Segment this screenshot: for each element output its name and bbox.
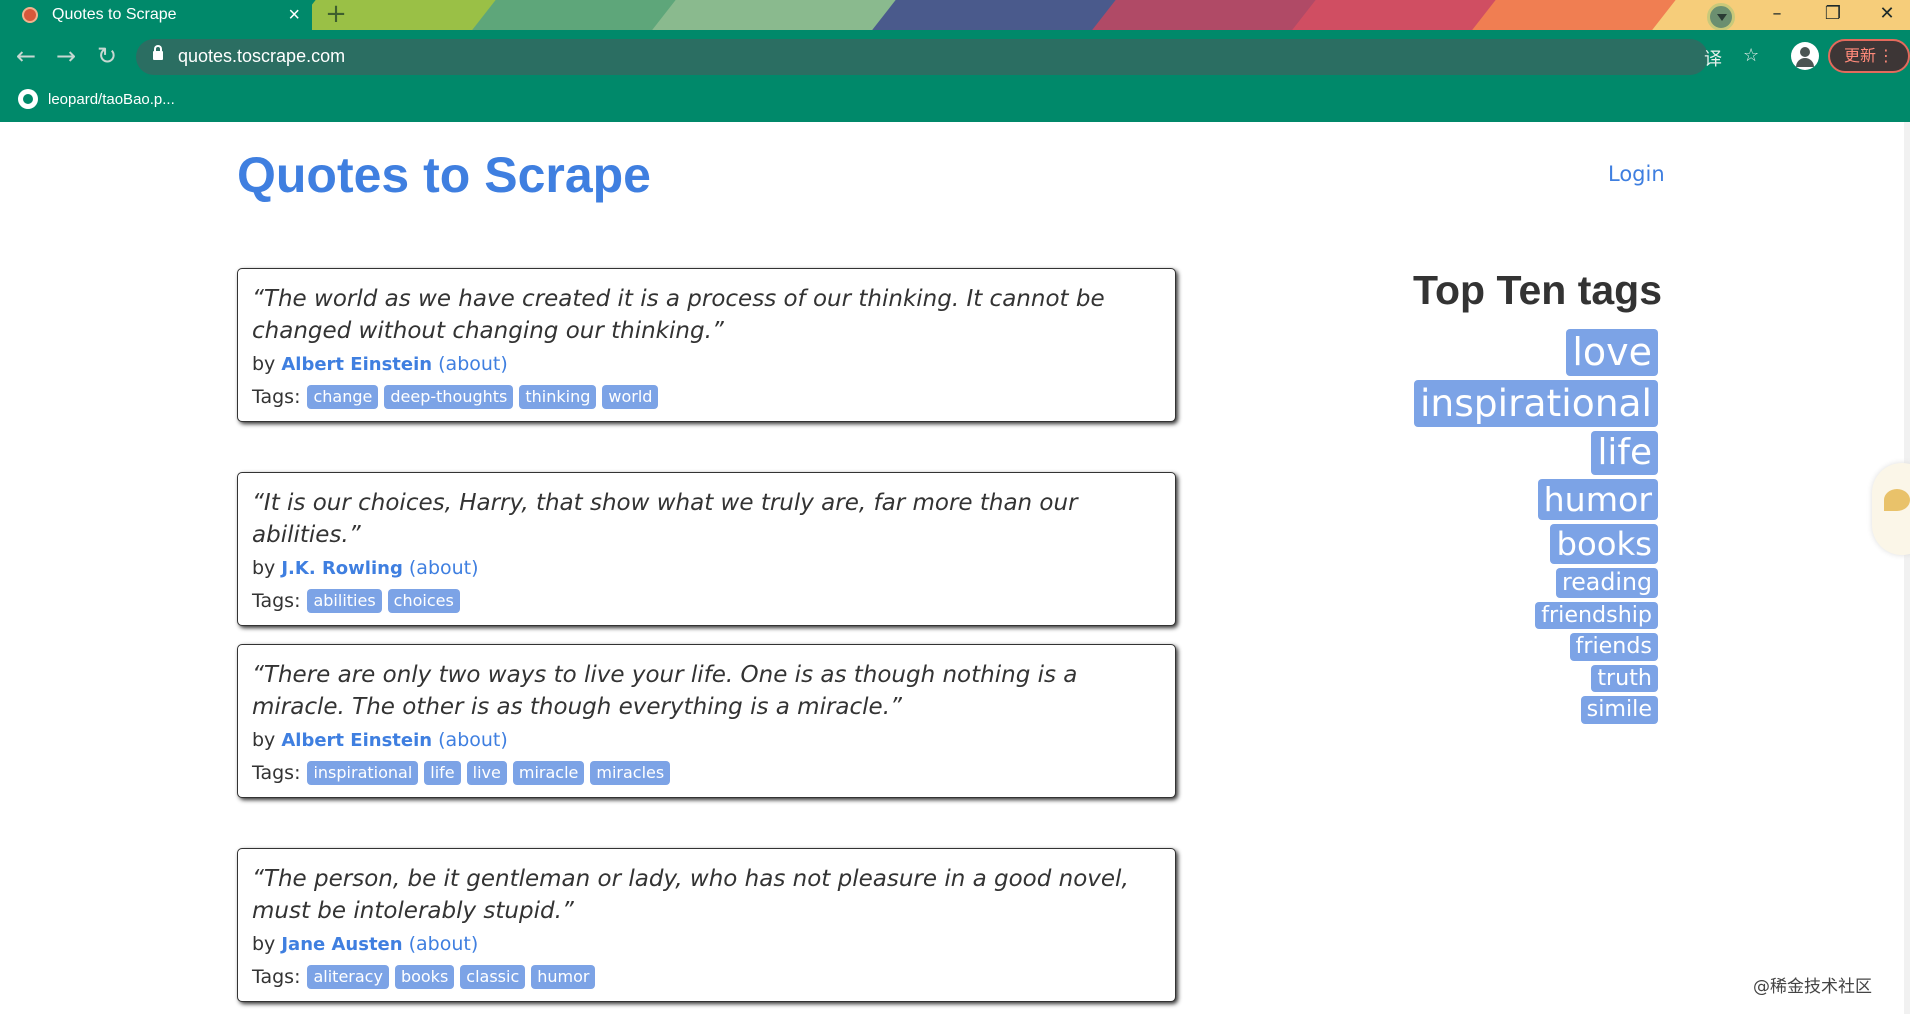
- top-tag-link[interactable]: life: [1591, 430, 1658, 476]
- quote-card: “It is our choices, Harry, that show wha…: [237, 472, 1176, 626]
- bookmark-item[interactable]: leopard/taoBao.p...: [18, 89, 175, 109]
- author-about-link[interactable]: (about): [438, 729, 508, 751]
- tag-link[interactable]: thinking: [519, 385, 597, 409]
- top-tag-link[interactable]: friendship: [1535, 601, 1658, 630]
- account-icon[interactable]: [1791, 42, 1819, 70]
- web-page: Quotes to Scrape Login “The world as we …: [0, 122, 1910, 1014]
- tag-link[interactable]: books: [394, 965, 455, 989]
- tab-strip: Quotes to Scrape × + – ❐ ✕: [0, 0, 1910, 30]
- tag-link[interactable]: inspirational: [307, 761, 419, 785]
- floating-assistant-icon[interactable]: [1872, 463, 1910, 555]
- globe-icon: [22, 7, 38, 23]
- tag-link[interactable]: humor: [531, 965, 596, 989]
- top-tag-link[interactable]: inspirational: [1413, 380, 1658, 427]
- by-label: by: [252, 557, 276, 579]
- browser-toolbar: ← → ↻ quotes.toscrape.com 译 ☆ 更新 ⋮: [0, 34, 1910, 80]
- quote-byline: by Albert Einstein (about): [252, 353, 1161, 375]
- browser-chrome: Quotes to Scrape × + – ❐ ✕ ← → ↻ quotes.…: [0, 0, 1910, 122]
- by-label: by: [252, 729, 276, 751]
- tag-link[interactable]: change: [307, 385, 379, 409]
- tag-link[interactable]: miracle: [512, 761, 585, 785]
- tags-label: Tags:: [252, 386, 301, 408]
- tags-label: Tags:: [252, 762, 301, 784]
- quote-card: “The person, be it gentleman or lady, wh…: [237, 848, 1176, 1002]
- address-bar[interactable]: quotes.toscrape.com 译 ☆: [136, 39, 1759, 75]
- top-tag-link[interactable]: truth: [1591, 664, 1658, 693]
- author-about-link[interactable]: (about): [438, 353, 508, 375]
- top-tag-link[interactable]: reading: [1556, 568, 1658, 598]
- tab-quotes-to-scrape[interactable]: Quotes to Scrape ×: [0, 0, 312, 30]
- tag-link[interactable]: abilities: [307, 589, 382, 613]
- quote-card: “The world as we have created it is a pr…: [237, 268, 1176, 422]
- update-button[interactable]: 更新 ⋮: [1828, 39, 1910, 73]
- author-name: Albert Einstein: [281, 354, 433, 375]
- tag-link[interactable]: life: [424, 761, 461, 785]
- top-tag-link[interactable]: friends: [1569, 633, 1658, 661]
- translate-icon[interactable]: 译: [1704, 45, 1722, 71]
- top-tag-link[interactable]: books: [1550, 524, 1658, 565]
- quote-tags: Tags: change deep-thoughts thinking world: [252, 385, 1161, 409]
- more-icon[interactable]: ⋮: [1878, 41, 1894, 71]
- author-name: Albert Einstein: [281, 730, 433, 751]
- by-label: by: [252, 353, 276, 375]
- quote-tags: Tags: aliteracy books classic humor: [252, 965, 1161, 989]
- site-title[interactable]: Quotes to Scrape: [237, 146, 651, 204]
- quote-byline: by J.K. Rowling (about): [252, 557, 1161, 579]
- tab-close-icon[interactable]: ×: [288, 3, 300, 27]
- top-tag-link[interactable]: simile: [1580, 696, 1658, 724]
- update-label: 更新: [1844, 46, 1877, 65]
- quote-byline: by Jane Austen (about): [252, 933, 1161, 955]
- quote-card: “There are only two ways to live your li…: [237, 644, 1176, 798]
- top-tags-heading: Top Ten tags: [1412, 267, 1662, 313]
- tab-title: Quotes to Scrape: [52, 6, 177, 23]
- quote-tags: Tags: inspirational life live miracle miracle…: [252, 761, 1161, 785]
- top-tags-list: love inspirational life humor books reading fr…: [1300, 329, 1658, 728]
- forward-icon[interactable]: →: [56, 43, 76, 69]
- tag-link[interactable]: choices: [387, 589, 460, 613]
- star-icon[interactable]: ☆: [1743, 45, 1759, 66]
- back-icon[interactable]: ←: [16, 43, 36, 69]
- tag-link[interactable]: miracles: [590, 761, 671, 785]
- author-name: Jane Austen: [281, 934, 403, 955]
- bookmarks-bar: leopard/taoBao.p...: [0, 84, 1910, 120]
- tags-label: Tags:: [252, 590, 301, 612]
- watermark: @稀金技术社区: [1753, 977, 1872, 997]
- scrollbar[interactable]: [1904, 122, 1910, 1014]
- quote-text: “The world as we have created it is a pr…: [252, 286, 1105, 344]
- quote-text: “The person, be it gentleman or lady, wh…: [252, 866, 1129, 924]
- quote-text: “There are only two ways to live your li…: [252, 662, 1078, 720]
- by-label: by: [252, 933, 276, 955]
- tags-label: Tags:: [252, 966, 301, 988]
- lock-icon[interactable]: [153, 45, 163, 60]
- login-link[interactable]: Login: [1608, 162, 1665, 186]
- tag-link[interactable]: classic: [460, 965, 526, 989]
- tag-link[interactable]: aliteracy: [307, 965, 389, 989]
- reload-icon[interactable]: ↻: [97, 43, 117, 69]
- top-tag-link[interactable]: humor: [1537, 479, 1658, 521]
- author-about-link[interactable]: (about): [409, 557, 479, 579]
- bookmark-label: leopard/taoBao.p...: [48, 90, 175, 108]
- author-name: J.K. Rowling: [281, 558, 403, 579]
- tag-link[interactable]: world: [602, 385, 659, 409]
- maximize-icon[interactable]: ❐: [1810, 0, 1856, 30]
- tag-link[interactable]: deep-thoughts: [384, 385, 514, 409]
- quote-byline: by Albert Einstein (about): [252, 729, 1161, 751]
- url-text[interactable]: quotes.toscrape.com: [178, 46, 345, 67]
- minimize-icon[interactable]: –: [1754, 0, 1800, 30]
- close-icon[interactable]: ✕: [1864, 0, 1910, 30]
- github-icon: [18, 89, 38, 109]
- quote-text: “It is our choices, Harry, that show wha…: [252, 490, 1078, 548]
- profile-menu-icon[interactable]: [1707, 3, 1735, 30]
- tag-link[interactable]: live: [466, 761, 507, 785]
- top-tag-link[interactable]: love: [1566, 329, 1658, 377]
- quote-tags: Tags: abilities choices: [252, 589, 1161, 613]
- author-about-link[interactable]: (about): [409, 933, 479, 955]
- new-tab-button[interactable]: +: [322, 1, 350, 28]
